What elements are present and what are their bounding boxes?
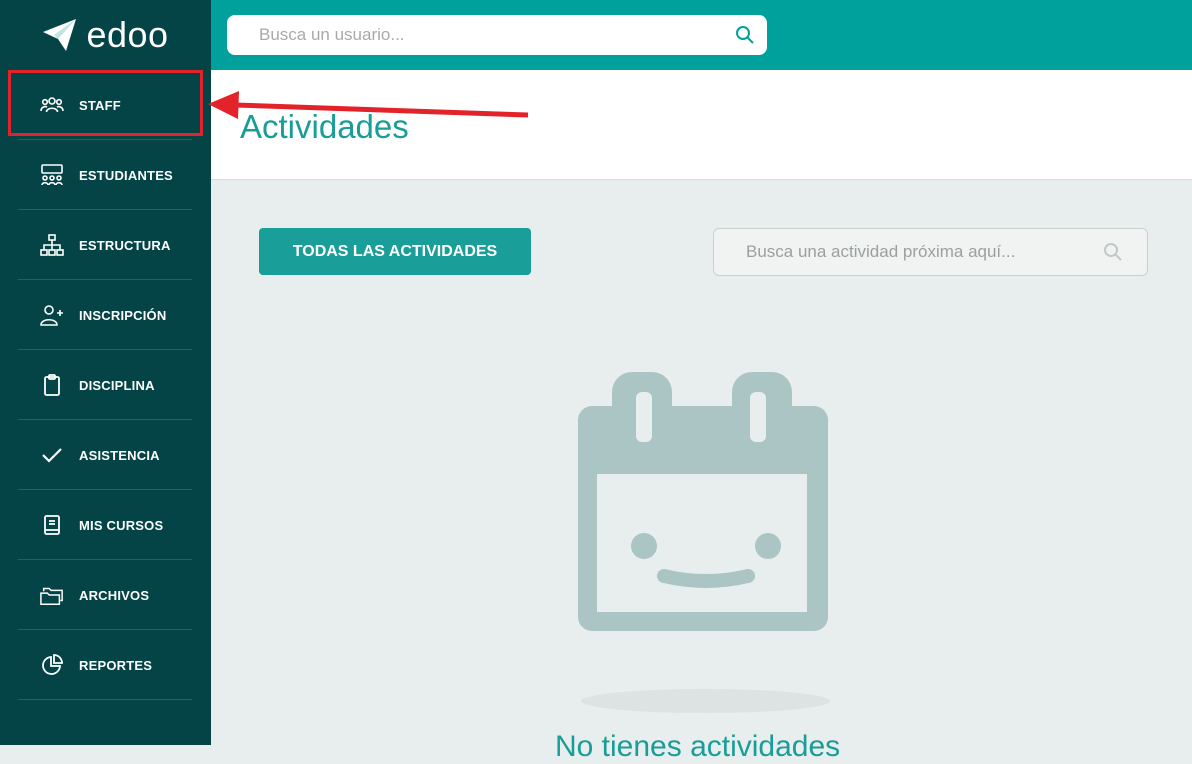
sidebar-nav: STAFF ESTUDIANTES ESTRUCTURA INSCRIPCIÓN… bbox=[0, 70, 211, 700]
sidebar-item-label: INSCRIPCIÓN bbox=[79, 307, 167, 323]
sidebar-item-label: DISCIPLINA bbox=[79, 377, 155, 393]
user-search-input[interactable] bbox=[257, 24, 735, 46]
sidebar-item-estudiantes[interactable]: ESTUDIANTES bbox=[0, 140, 211, 210]
user-add-icon bbox=[40, 303, 64, 327]
empty-calendar-icon bbox=[578, 372, 828, 631]
all-activities-button[interactable]: TODAS LAS ACTIVIDADES bbox=[259, 228, 531, 275]
sidebar-item-label: ASISTENCIA bbox=[79, 447, 160, 463]
sidebar-item-estructura[interactable]: ESTRUCTURA bbox=[0, 210, 211, 280]
top-bar bbox=[211, 0, 1192, 70]
sidebar-item-inscripcion[interactable]: INSCRIPCIÓN bbox=[0, 280, 211, 350]
sidebar-item-archivos[interactable]: ARCHIVOS bbox=[0, 560, 211, 630]
sidebar-item-staff[interactable]: STAFF bbox=[0, 70, 211, 140]
pie-chart-icon bbox=[40, 653, 64, 677]
sidebar-item-label: MIS CURSOS bbox=[79, 517, 164, 533]
annotation-arrow-icon bbox=[208, 91, 529, 119]
students-icon bbox=[40, 163, 64, 187]
users-icon bbox=[40, 93, 64, 117]
folders-icon bbox=[40, 583, 64, 607]
sidebar-item-reportes[interactable]: REPORTES bbox=[0, 630, 211, 700]
search-icon[interactable] bbox=[735, 25, 755, 45]
hierarchy-icon bbox=[40, 233, 64, 257]
user-search-box bbox=[227, 15, 767, 55]
logo[interactable]: edoo bbox=[0, 0, 211, 70]
sidebar-item-label: ESTRUCTURA bbox=[79, 237, 171, 253]
sidebar-item-mis-cursos[interactable]: MIS CURSOS bbox=[0, 490, 211, 560]
clipboard-icon bbox=[40, 373, 64, 397]
illustration-shadow bbox=[581, 689, 830, 713]
sidebar-item-disciplina[interactable]: DISCIPLINA bbox=[0, 350, 211, 420]
activity-search-input[interactable] bbox=[744, 241, 1103, 263]
check-icon bbox=[40, 443, 64, 467]
empty-state-text: No tienes actividades bbox=[555, 730, 841, 763]
activity-search-box bbox=[713, 228, 1148, 276]
sidebar-item-label: STAFF bbox=[79, 97, 121, 113]
sidebar-item-asistencia[interactable]: ASISTENCIA bbox=[0, 420, 211, 490]
paper-plane-icon bbox=[43, 19, 77, 51]
sidebar-item-label: REPORTES bbox=[79, 657, 153, 673]
brand-name: edoo bbox=[86, 14, 169, 55]
sidebar-item-label: ARCHIVOS bbox=[79, 587, 150, 603]
book-icon bbox=[40, 513, 64, 537]
sidebar: edoo STAFF ESTUDIANTES ESTRUCTURA INSCRI… bbox=[0, 0, 211, 745]
sidebar-item-label: ESTUDIANTES bbox=[79, 167, 173, 183]
search-icon[interactable] bbox=[1103, 242, 1123, 262]
